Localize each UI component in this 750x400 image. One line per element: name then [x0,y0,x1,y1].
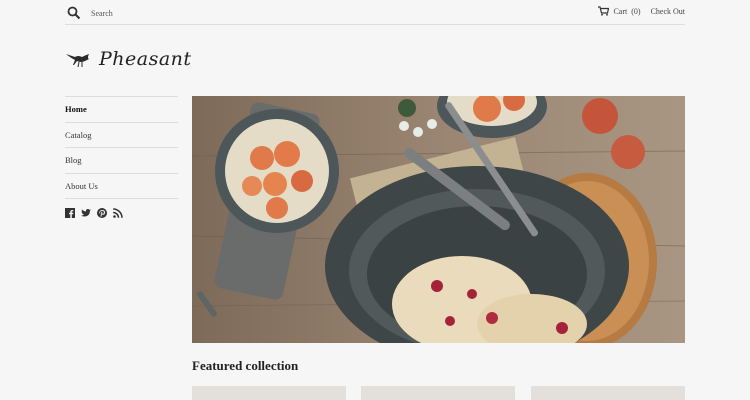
hero-image [192,96,685,343]
checkout-link[interactable]: Check Out [651,7,685,16]
nav-item-home[interactable]: Home [65,97,178,123]
cart-count: (0) [631,6,641,16]
facebook-icon[interactable] [65,208,75,218]
header-actions: Cart (0) Check Out [598,6,685,16]
pheasant-bird-icon [66,54,89,68]
pinterest-icon[interactable] [97,208,107,218]
site-logo[interactable]: Pheasant [65,48,192,70]
search-icon [67,6,81,20]
top-bar: Search Cart (0) Check Out [65,0,685,25]
nav-item-catalog[interactable]: Catalog [65,123,178,148]
featured-collection-title: Featured collection [192,358,299,373]
twitter-icon[interactable] [81,208,91,218]
cart-icon [598,6,610,16]
social-links [65,208,123,218]
product-thumbnail[interactable] [361,386,515,400]
cart-link[interactable]: Cart [613,7,627,16]
search-link[interactable]: Search [67,6,113,20]
search-label: Search [91,8,113,18]
rss-icon[interactable] [113,208,123,218]
product-thumbnail[interactable] [192,386,346,400]
brand-name: Pheasant [99,48,192,70]
product-thumbnail[interactable] [531,386,685,400]
nav-item-blog[interactable]: Blog [65,148,178,174]
nav-item-about-us[interactable]: About Us [65,174,178,199]
sidebar-nav: Home Catalog Blog About Us [65,96,178,199]
